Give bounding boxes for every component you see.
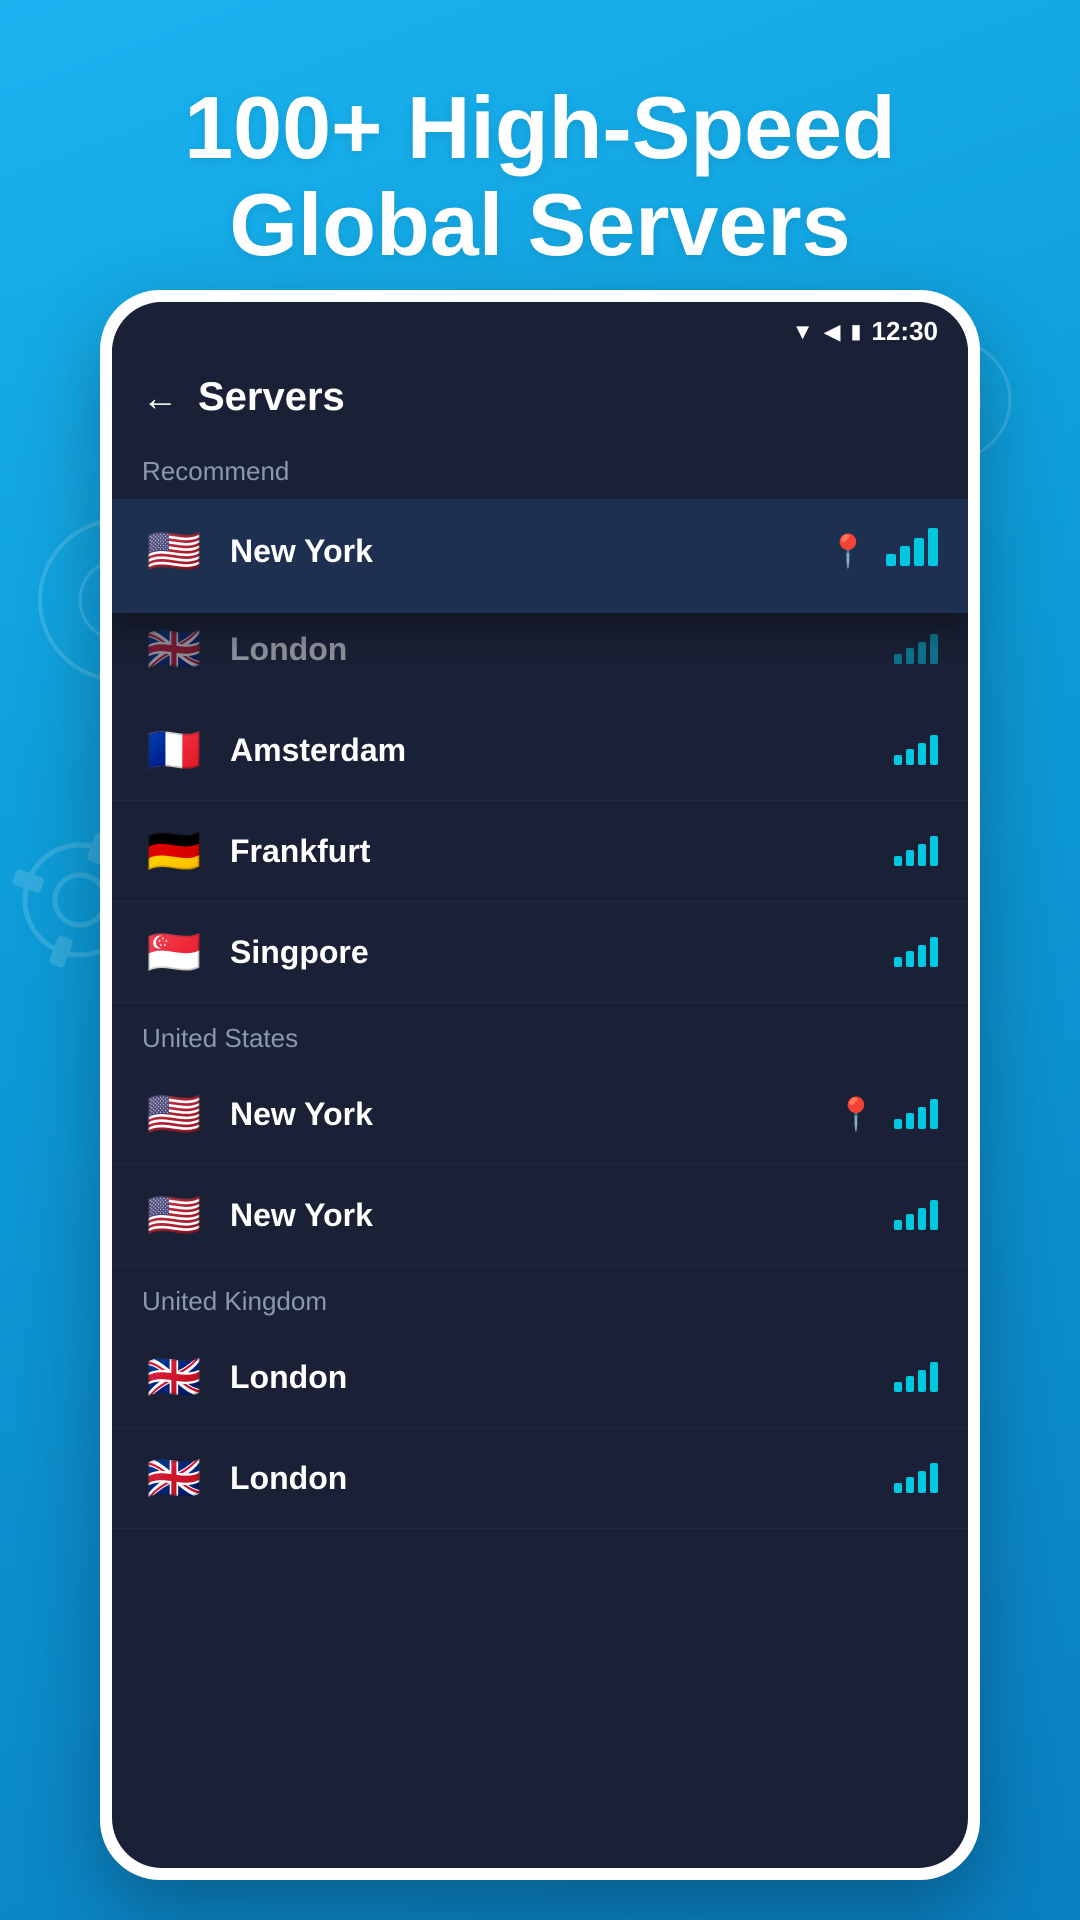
back-button[interactable]: ←: [142, 377, 178, 419]
signal-bars: [894, 937, 938, 967]
flag-icon: 🇬🇧: [142, 623, 206, 675]
location-pin-icon: 📍: [836, 1095, 876, 1133]
section-header-uk: United Kingdom: [112, 1266, 968, 1327]
flag-icon: 🇬🇧: [142, 1452, 206, 1504]
server-name: London: [230, 1359, 894, 1396]
signal-bars: [894, 1099, 938, 1129]
server-name: London: [230, 1460, 894, 1497]
signal-bars: [894, 1200, 938, 1230]
section-header-us: United States: [112, 1003, 968, 1064]
recommend-label: Recommend: [112, 440, 968, 499]
flag-icon: 🇸🇬: [142, 926, 206, 978]
status-time: 12:30: [872, 316, 939, 347]
flag-icon: 🇩🇪: [142, 825, 206, 877]
server-list-content: 🇬🇧 London 🇫🇷 Amsterdam 🇩🇪: [112, 599, 968, 1529]
highlighted-flag: 🇺🇸: [142, 525, 206, 577]
status-bar: ▼ ◀ ▮ 12:30: [112, 302, 968, 355]
server-name: Amsterdam: [230, 732, 894, 769]
signal-bars: [894, 836, 938, 866]
phone-frame: ▼ ◀ ▮ 12:30 ← Servers Recommend 🇺🇸 New Y…: [100, 290, 980, 1880]
app-bar: ← Servers: [112, 355, 968, 440]
list-item[interactable]: 🇸🇬 Singpore: [112, 902, 968, 1003]
flag-icon: 🇬🇧: [142, 1351, 206, 1403]
hero-title: 100+ High-Speed Global Servers: [0, 80, 1080, 274]
battery-icon: ▮: [850, 319, 861, 344]
server-name: London: [230, 631, 894, 668]
list-item[interactable]: 🇩🇪 Frankfurt: [112, 801, 968, 902]
server-name: New York: [230, 1096, 836, 1133]
list-item[interactable]: 🇬🇧 London: [112, 599, 968, 700]
signal-icon: ◀: [824, 319, 841, 345]
signal-bars: [894, 1463, 938, 1493]
server-name: New York: [230, 1197, 894, 1234]
location-pin-icon: 📍: [828, 532, 868, 570]
highlighted-server-name: New York: [230, 533, 828, 570]
list-item[interactable]: 🇺🇸 New York: [112, 1165, 968, 1266]
status-icons: ▼ ◀ ▮ 12:30: [792, 316, 938, 347]
list-item[interactable]: 🇺🇸 New York 📍: [112, 1064, 968, 1165]
server-name: Singpore: [230, 934, 894, 971]
wifi-icon: ▼: [792, 319, 814, 345]
signal-bars: [894, 634, 938, 664]
scroll-area: 🇺🇸 New York 📍 🇬🇧 London: [112, 499, 968, 1868]
signal-bars: [894, 1362, 938, 1392]
flag-icon: 🇫🇷: [142, 724, 206, 776]
phone-screen: ▼ ◀ ▮ 12:30 ← Servers Recommend 🇺🇸 New Y…: [112, 302, 968, 1868]
app-bar-title: Servers: [198, 375, 345, 420]
highlighted-server-row[interactable]: 🇺🇸 New York 📍: [112, 499, 968, 613]
list-item[interactable]: 🇬🇧 London: [112, 1327, 968, 1428]
signal-bars-highlighted: [886, 536, 938, 566]
list-item[interactable]: 🇫🇷 Amsterdam: [112, 700, 968, 801]
flag-icon: 🇺🇸: [142, 1088, 206, 1140]
flag-icon: 🇺🇸: [142, 1189, 206, 1241]
list-item[interactable]: 🇬🇧 London: [112, 1428, 968, 1529]
signal-bars: [894, 735, 938, 765]
server-name: Frankfurt: [230, 833, 894, 870]
